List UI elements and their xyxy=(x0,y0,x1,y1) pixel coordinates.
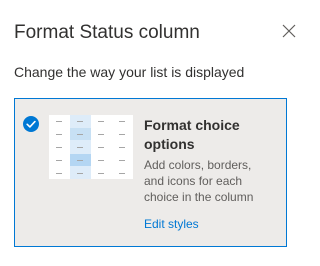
close-icon xyxy=(280,22,298,40)
choice-table-preview-icon xyxy=(49,115,133,179)
close-button[interactable] xyxy=(280,22,298,40)
checkmark-circle-icon xyxy=(23,116,39,132)
format-choice-options-card[interactable]: Format choice options Add colors, border… xyxy=(14,98,287,247)
format-column-panel: Format Status column Change the way your… xyxy=(0,0,309,266)
panel-subtitle: Change the way your list is displayed xyxy=(14,64,245,80)
card-description: Add colors, borders, and icons for each … xyxy=(144,158,254,204)
edit-styles-link[interactable]: Edit styles xyxy=(144,216,199,232)
panel-title: Format Status column xyxy=(14,22,200,43)
card-title: Format choice options xyxy=(144,117,240,152)
